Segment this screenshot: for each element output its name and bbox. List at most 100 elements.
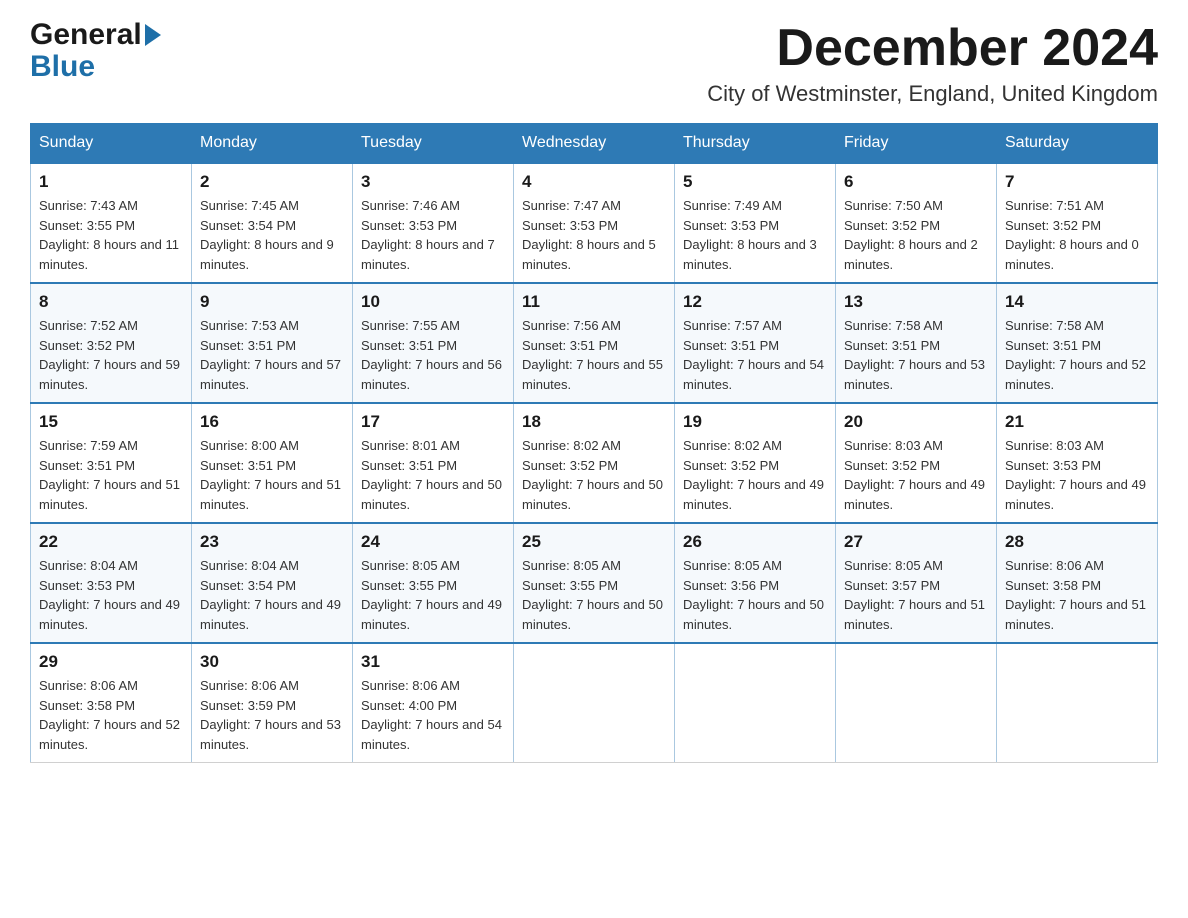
- day-info: Sunrise: 7:49 AMSunset: 3:53 PMDaylight:…: [683, 198, 817, 272]
- location-subtitle: City of Westminster, England, United Kin…: [707, 81, 1158, 107]
- calendar-cell: 11 Sunrise: 7:56 AMSunset: 3:51 PMDaylig…: [514, 283, 675, 403]
- day-info: Sunrise: 8:06 AMSunset: 3:58 PMDaylight:…: [39, 678, 180, 752]
- calendar-header-row: SundayMondayTuesdayWednesdayThursdayFrid…: [31, 124, 1158, 164]
- calendar-cell: 6 Sunrise: 7:50 AMSunset: 3:52 PMDayligh…: [836, 163, 997, 283]
- day-number: 10: [361, 292, 505, 312]
- title-section: December 2024 City of Westminster, Engla…: [707, 20, 1158, 107]
- day-info: Sunrise: 8:05 AMSunset: 3:55 PMDaylight:…: [522, 558, 663, 632]
- calendar-cell: 18 Sunrise: 8:02 AMSunset: 3:52 PMDaylig…: [514, 403, 675, 523]
- day-number: 31: [361, 652, 505, 672]
- day-info: Sunrise: 8:02 AMSunset: 3:52 PMDaylight:…: [683, 438, 824, 512]
- calendar-week-row: 22 Sunrise: 8:04 AMSunset: 3:53 PMDaylig…: [31, 523, 1158, 643]
- day-number: 6: [844, 172, 988, 192]
- day-info: Sunrise: 7:46 AMSunset: 3:53 PMDaylight:…: [361, 198, 495, 272]
- calendar-cell: 22 Sunrise: 8:04 AMSunset: 3:53 PMDaylig…: [31, 523, 192, 643]
- calendar-cell: [675, 643, 836, 763]
- day-info: Sunrise: 8:05 AMSunset: 3:55 PMDaylight:…: [361, 558, 502, 632]
- logo-text-blue: Blue: [30, 50, 95, 83]
- day-number: 15: [39, 412, 183, 432]
- calendar-week-row: 29 Sunrise: 8:06 AMSunset: 3:58 PMDaylig…: [31, 643, 1158, 763]
- calendar-header-monday: Monday: [192, 124, 353, 164]
- calendar-cell: [836, 643, 997, 763]
- day-info: Sunrise: 8:00 AMSunset: 3:51 PMDaylight:…: [200, 438, 341, 512]
- day-number: 1: [39, 172, 183, 192]
- calendar-cell: 12 Sunrise: 7:57 AMSunset: 3:51 PMDaylig…: [675, 283, 836, 403]
- calendar-header-tuesday: Tuesday: [353, 124, 514, 164]
- day-number: 20: [844, 412, 988, 432]
- calendar-cell: 24 Sunrise: 8:05 AMSunset: 3:55 PMDaylig…: [353, 523, 514, 643]
- calendar-header-sunday: Sunday: [31, 124, 192, 164]
- calendar-cell: 5 Sunrise: 7:49 AMSunset: 3:53 PMDayligh…: [675, 163, 836, 283]
- calendar-cell: 1 Sunrise: 7:43 AMSunset: 3:55 PMDayligh…: [31, 163, 192, 283]
- calendar-cell: 10 Sunrise: 7:55 AMSunset: 3:51 PMDaylig…: [353, 283, 514, 403]
- day-number: 12: [683, 292, 827, 312]
- day-number: 3: [361, 172, 505, 192]
- day-info: Sunrise: 7:53 AMSunset: 3:51 PMDaylight:…: [200, 318, 341, 392]
- day-number: 13: [844, 292, 988, 312]
- day-number: 28: [1005, 532, 1149, 552]
- day-number: 11: [522, 292, 666, 312]
- day-number: 30: [200, 652, 344, 672]
- calendar-cell: 31 Sunrise: 8:06 AMSunset: 4:00 PMDaylig…: [353, 643, 514, 763]
- day-info: Sunrise: 7:57 AMSunset: 3:51 PMDaylight:…: [683, 318, 824, 392]
- day-number: 24: [361, 532, 505, 552]
- day-number: 22: [39, 532, 183, 552]
- day-info: Sunrise: 8:01 AMSunset: 3:51 PMDaylight:…: [361, 438, 502, 512]
- day-number: 23: [200, 532, 344, 552]
- day-number: 25: [522, 532, 666, 552]
- page-header: General Blue December 2024 City of Westm…: [30, 20, 1158, 107]
- calendar-cell: 19 Sunrise: 8:02 AMSunset: 3:52 PMDaylig…: [675, 403, 836, 523]
- day-info: Sunrise: 8:06 AMSunset: 3:58 PMDaylight:…: [1005, 558, 1146, 632]
- day-info: Sunrise: 7:58 AMSunset: 3:51 PMDaylight:…: [844, 318, 985, 392]
- calendar-cell: 15 Sunrise: 7:59 AMSunset: 3:51 PMDaylig…: [31, 403, 192, 523]
- day-info: Sunrise: 7:47 AMSunset: 3:53 PMDaylight:…: [522, 198, 656, 272]
- calendar-cell: 30 Sunrise: 8:06 AMSunset: 3:59 PMDaylig…: [192, 643, 353, 763]
- calendar-cell: 20 Sunrise: 8:03 AMSunset: 3:52 PMDaylig…: [836, 403, 997, 523]
- logo-arrow-icon: [145, 24, 161, 46]
- month-title: December 2024: [707, 20, 1158, 77]
- calendar-cell: 29 Sunrise: 8:06 AMSunset: 3:58 PMDaylig…: [31, 643, 192, 763]
- day-info: Sunrise: 8:02 AMSunset: 3:52 PMDaylight:…: [522, 438, 663, 512]
- day-number: 4: [522, 172, 666, 192]
- calendar-cell: 28 Sunrise: 8:06 AMSunset: 3:58 PMDaylig…: [997, 523, 1158, 643]
- calendar-cell: 23 Sunrise: 8:04 AMSunset: 3:54 PMDaylig…: [192, 523, 353, 643]
- calendar-week-row: 1 Sunrise: 7:43 AMSunset: 3:55 PMDayligh…: [31, 163, 1158, 283]
- calendar-cell: 17 Sunrise: 8:01 AMSunset: 3:51 PMDaylig…: [353, 403, 514, 523]
- day-info: Sunrise: 8:04 AMSunset: 3:53 PMDaylight:…: [39, 558, 180, 632]
- calendar-cell: 3 Sunrise: 7:46 AMSunset: 3:53 PMDayligh…: [353, 163, 514, 283]
- calendar-cell: 7 Sunrise: 7:51 AMSunset: 3:52 PMDayligh…: [997, 163, 1158, 283]
- day-number: 17: [361, 412, 505, 432]
- calendar-header-wednesday: Wednesday: [514, 124, 675, 164]
- day-info: Sunrise: 8:06 AMSunset: 3:59 PMDaylight:…: [200, 678, 341, 752]
- calendar-cell: [514, 643, 675, 763]
- calendar-week-row: 8 Sunrise: 7:52 AMSunset: 3:52 PMDayligh…: [31, 283, 1158, 403]
- day-number: 18: [522, 412, 666, 432]
- calendar-cell: 14 Sunrise: 7:58 AMSunset: 3:51 PMDaylig…: [997, 283, 1158, 403]
- calendar-week-row: 15 Sunrise: 7:59 AMSunset: 3:51 PMDaylig…: [31, 403, 1158, 523]
- calendar-cell: 8 Sunrise: 7:52 AMSunset: 3:52 PMDayligh…: [31, 283, 192, 403]
- day-info: Sunrise: 8:03 AMSunset: 3:53 PMDaylight:…: [1005, 438, 1146, 512]
- day-number: 19: [683, 412, 827, 432]
- day-number: 27: [844, 532, 988, 552]
- calendar-cell: 27 Sunrise: 8:05 AMSunset: 3:57 PMDaylig…: [836, 523, 997, 643]
- day-number: 16: [200, 412, 344, 432]
- calendar-header-friday: Friday: [836, 124, 997, 164]
- day-info: Sunrise: 7:59 AMSunset: 3:51 PMDaylight:…: [39, 438, 180, 512]
- day-info: Sunrise: 7:50 AMSunset: 3:52 PMDaylight:…: [844, 198, 978, 272]
- day-info: Sunrise: 8:03 AMSunset: 3:52 PMDaylight:…: [844, 438, 985, 512]
- day-info: Sunrise: 7:55 AMSunset: 3:51 PMDaylight:…: [361, 318, 502, 392]
- day-info: Sunrise: 8:06 AMSunset: 4:00 PMDaylight:…: [361, 678, 502, 752]
- calendar-cell: 26 Sunrise: 8:05 AMSunset: 3:56 PMDaylig…: [675, 523, 836, 643]
- day-info: Sunrise: 7:56 AMSunset: 3:51 PMDaylight:…: [522, 318, 663, 392]
- calendar-cell: [997, 643, 1158, 763]
- calendar-cell: 4 Sunrise: 7:47 AMSunset: 3:53 PMDayligh…: [514, 163, 675, 283]
- logo-text-general: General: [30, 20, 142, 50]
- day-info: Sunrise: 8:05 AMSunset: 3:56 PMDaylight:…: [683, 558, 824, 632]
- day-number: 2: [200, 172, 344, 192]
- calendar-cell: 25 Sunrise: 8:05 AMSunset: 3:55 PMDaylig…: [514, 523, 675, 643]
- day-number: 14: [1005, 292, 1149, 312]
- day-number: 5: [683, 172, 827, 192]
- day-number: 21: [1005, 412, 1149, 432]
- day-info: Sunrise: 7:58 AMSunset: 3:51 PMDaylight:…: [1005, 318, 1146, 392]
- day-number: 9: [200, 292, 344, 312]
